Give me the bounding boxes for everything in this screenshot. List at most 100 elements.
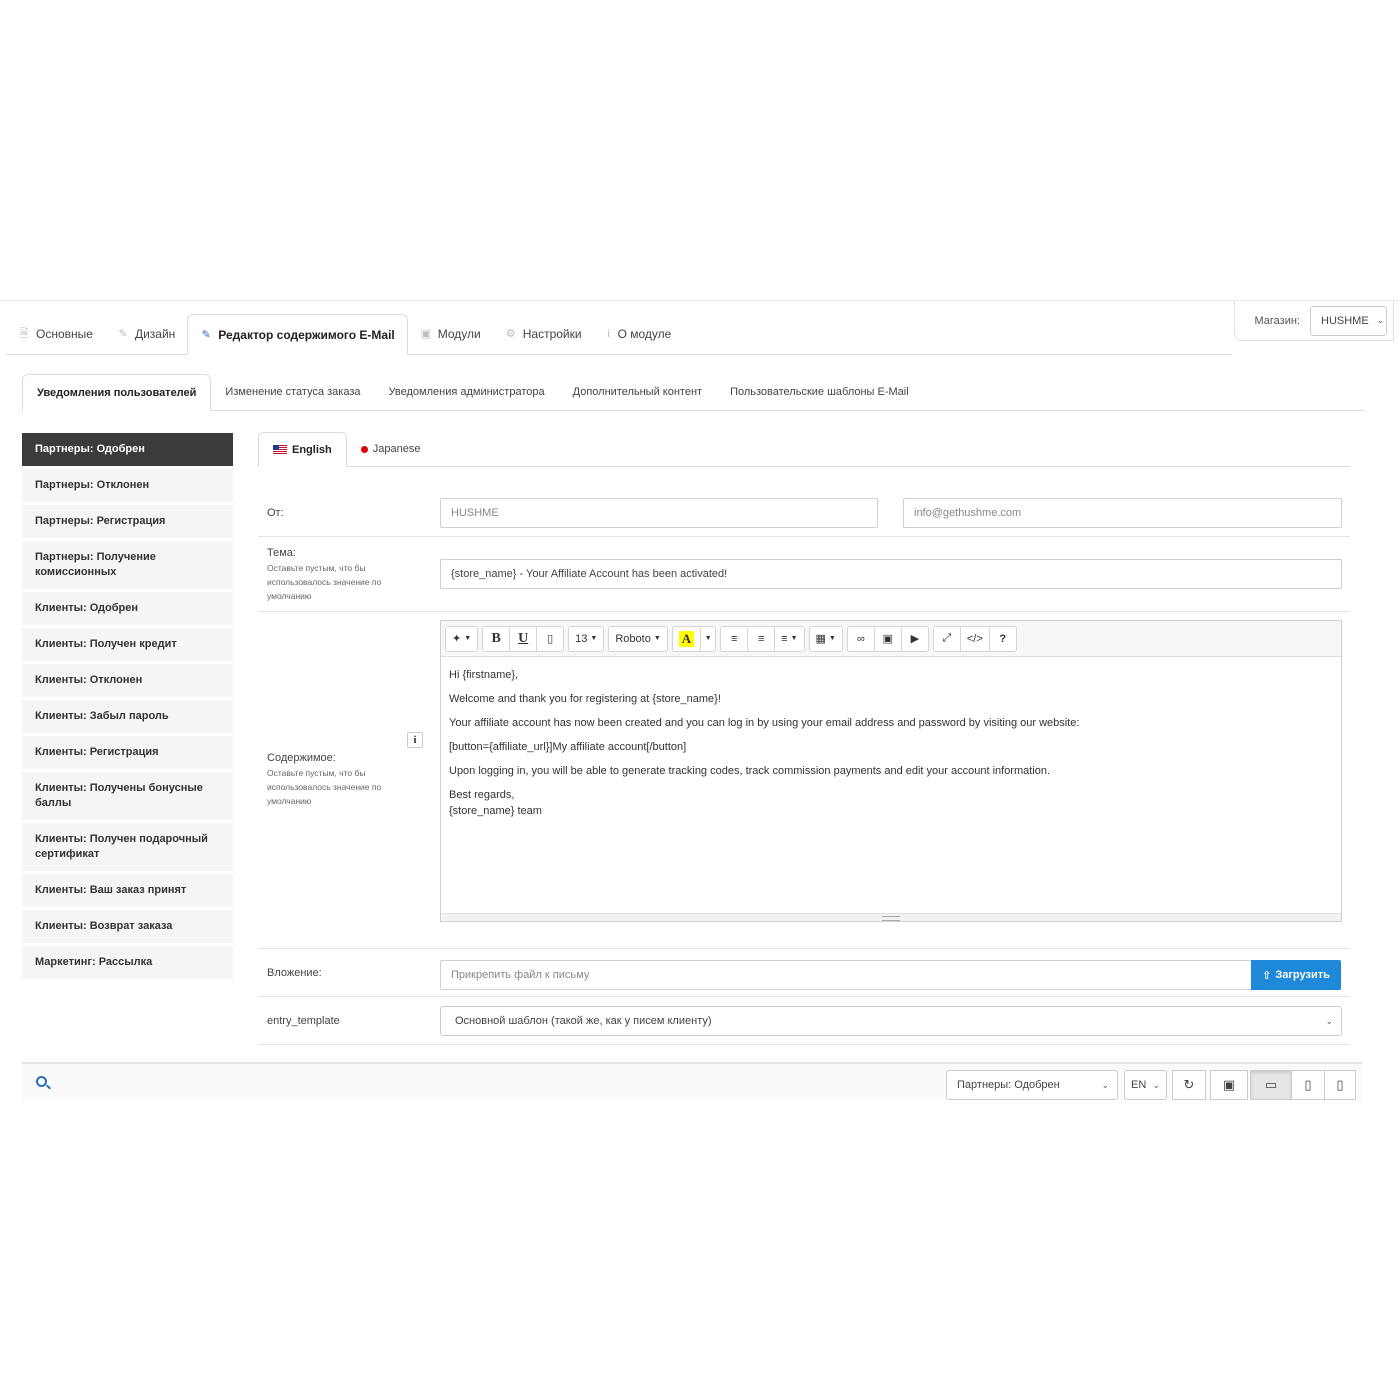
sidebar-item[interactable]: Партнеры: Отклонен — [22, 469, 233, 502]
fullscreen-icon[interactable]: ⤢ — [932, 625, 961, 652]
sidebar-item[interactable]: Клиенты: Получен подарочный сертификат — [22, 823, 233, 871]
numbered-list-icon[interactable]: ≡ — [747, 625, 776, 652]
sub-tabs: Уведомления пользователей Изменение стат… — [22, 374, 1364, 411]
editor-line: Your affiliate account has now been crea… — [449, 717, 1080, 729]
code-view-icon[interactable]: </> — [959, 625, 990, 652]
module-app: 🗎 Основные ✎ Дизайн ✎ Редактор содержимо… — [0, 300, 1400, 1100]
align-icon[interactable]: ≡ ▼ — [774, 625, 805, 652]
tab-design[interactable]: ✎ Дизайн — [105, 314, 187, 354]
main-tabs: 🗎 Основные ✎ Дизайн ✎ Редактор содержимо… — [6, 314, 1232, 355]
sidebar-item[interactable]: Клиенты: Отклонен — [22, 664, 233, 697]
text-color-icon: A — [678, 630, 695, 647]
preview-language-value: EN — [1131, 1079, 1147, 1091]
sidebar-item[interactable]: Партнеры: Регистрация — [22, 505, 233, 538]
tab-about[interactable]: i О модуле — [594, 314, 684, 354]
tab-label: Japanese — [372, 443, 421, 455]
upload-label: Загрузить — [1275, 969, 1330, 981]
japan-flag-icon — [360, 445, 368, 453]
from-name-input[interactable]: HUSHME — [440, 498, 878, 528]
image-icon[interactable]: ▣ — [873, 625, 902, 652]
sidebar-item[interactable]: Маркетинг: Рассылка — [22, 946, 233, 979]
subtab-user-notifications[interactable]: Уведомления пользователей — [22, 374, 212, 411]
font-family-select[interactable]: Roboto ▼ — [608, 625, 668, 652]
sidebar-item[interactable]: Клиенты: Забыл пароль — [22, 700, 233, 733]
tab-label: О модуле — [617, 327, 672, 341]
tab-japanese[interactable]: Japanese — [347, 432, 435, 466]
sidebar-item[interactable]: Клиенты: Одобрен — [22, 592, 233, 625]
from-email-input[interactable]: info@gethushme.com — [903, 498, 1342, 528]
eraser-icon[interactable]: ▯ — [536, 625, 565, 652]
upload-icon: ⇧ — [1262, 969, 1272, 982]
upload-button[interactable]: ⇧ Загрузить — [1251, 960, 1341, 990]
store-label: Магазин: — [1254, 314, 1301, 327]
store-selector-box: Магазин: HUSHME ⌄ — [1234, 301, 1394, 341]
attachment-input[interactable]: Прикрепить файл к письму — [440, 960, 1252, 990]
info-icon: i — [607, 328, 610, 340]
tab-settings[interactable]: ⚙ Настройки — [493, 314, 594, 354]
sidebar: Партнеры: Одобрен Партнеры: Отклонен Пар… — [22, 433, 233, 982]
sidebar-item[interactable]: Клиенты: Получены бонусные баллы — [22, 772, 233, 820]
template-select-value: Основной шаблон (такой же, как у писем к… — [455, 1015, 712, 1027]
subtab-custom-templates[interactable]: Пользовательские шаблоны E-Mail — [716, 374, 923, 410]
editor-line: [button={affiliate_url}]My affiliate acc… — [449, 741, 687, 753]
editor-line: Upon logging in, you will be able to gen… — [449, 765, 1051, 777]
editor-line: Hi {firstname}, — [449, 669, 519, 681]
chevron-down-icon: ⌄ — [1376, 315, 1385, 325]
desktop-icon[interactable]: ▭ — [1250, 1070, 1292, 1100]
editor-content[interactable]: Hi {firstname}, Welcome and thank you fo… — [441, 657, 1341, 829]
sidebar-item[interactable]: Партнеры: Получение комиссионных — [22, 541, 233, 589]
preview-language-select[interactable]: EN ⌄ — [1124, 1070, 1167, 1100]
subtab-order-status[interactable]: Изменение статуса заказа — [211, 374, 374, 410]
sidebar-item[interactable]: Клиенты: Возврат заказа — [22, 910, 233, 943]
bold-button[interactable]: B — [482, 625, 511, 652]
sidebar-item[interactable]: Клиенты: Получен кредит — [22, 628, 233, 661]
store-select-value: HUSHME — [1321, 314, 1369, 327]
template-label: entry_template — [267, 1015, 340, 1027]
attachment-row: Вложение: Прикрепить файл к письму ⇧ Заг… — [258, 949, 1350, 997]
bullet-list-icon[interactable]: ≡ — [720, 625, 749, 652]
refresh-icon[interactable]: ↻ — [1172, 1070, 1206, 1100]
sidebar-item[interactable]: Клиенты: Ваш заказ принят — [22, 874, 233, 907]
editor-line: {store_name} team — [449, 805, 542, 817]
magic-wand-icon[interactable]: ✦ ▼ — [445, 625, 479, 652]
rich-text-editor: ✦ ▼ B U ▯ 13 ▼ Roboto ▼ A ▼ ≡ ≡ ≡ ▼ ▦ ▼ … — [440, 620, 1342, 922]
editor-resize-handle[interactable] — [441, 913, 1341, 921]
pencil-icon: ✎ — [201, 328, 211, 341]
table-icon[interactable]: ▦ ▼ — [808, 625, 843, 652]
content-label: Содержимое: — [267, 752, 336, 764]
help-icon[interactable]: ? — [988, 625, 1017, 652]
info-icon[interactable]: i — [407, 732, 423, 748]
brush-icon: ✎ — [118, 328, 128, 340]
tab-english[interactable]: English — [258, 432, 347, 467]
preview-template-select[interactable]: Партнеры: Одобрен ⌄ — [946, 1070, 1118, 1100]
subtab-admin-notifications[interactable]: Уведомления администратора — [375, 374, 559, 410]
subject-input[interactable]: {store_name} - Your Affiliate Account ha… — [440, 559, 1342, 589]
content-label-group: Содержимое: Оставьте пустым, что бы испо… — [267, 752, 407, 808]
gear-icon: ⚙ — [505, 328, 516, 340]
chevron-down-icon: ⌄ — [1152, 1079, 1160, 1090]
tablet-icon[interactable]: ▯ — [1291, 1070, 1325, 1100]
tab-modules[interactable]: ▣ Модули — [408, 314, 493, 354]
subtab-additional-content[interactable]: Дополнительный контент — [559, 374, 716, 410]
image-icon[interactable]: ▣ — [1210, 1070, 1248, 1100]
cube-icon: ▣ — [420, 328, 431, 340]
template-select[interactable]: Основной шаблон (такой же, как у писем к… — [440, 1006, 1342, 1036]
video-icon[interactable]: ▶ — [900, 625, 929, 652]
search-icon[interactable] — [36, 1076, 47, 1087]
tab-label: English — [292, 443, 332, 456]
tab-email-editor[interactable]: ✎ Редактор содержимого E-Mail — [187, 314, 408, 355]
language-tabs: English Japanese — [258, 432, 1350, 467]
sidebar-item[interactable]: Партнеры: Одобрен — [22, 433, 233, 466]
font-size-select[interactable]: 13 ▼ — [568, 625, 605, 652]
link-icon[interactable]: ∞ — [846, 625, 875, 652]
mobile-icon[interactable]: ▯ — [1324, 1070, 1356, 1100]
tab-basic[interactable]: 🗎 Основные — [6, 314, 105, 354]
chevron-down-icon: ⌄ — [1101, 1079, 1109, 1090]
sidebar-item[interactable]: Клиенты: Регистрация — [22, 736, 233, 769]
tab-label: Модули — [437, 327, 481, 341]
font-family-value: Roboto — [615, 632, 651, 645]
store-select[interactable]: HUSHME ⌄ — [1310, 305, 1387, 336]
highlight-color-button[interactable]: A — [671, 625, 702, 652]
underline-button[interactable]: U — [509, 625, 538, 652]
color-dropdown-button[interactable]: ▼ — [700, 625, 717, 652]
